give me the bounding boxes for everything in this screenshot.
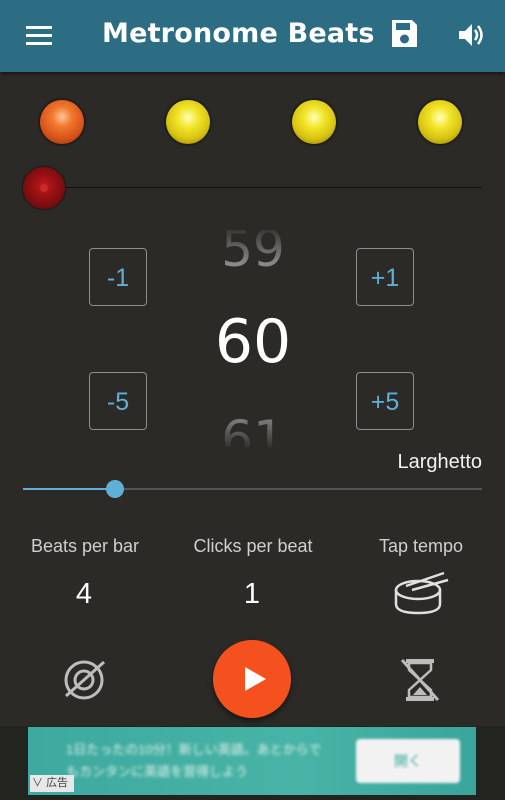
play-button[interactable] — [213, 640, 291, 718]
ad-text: 1日たったの10分！新しい英語。あとからでもカンタンに英語を習得しよう — [66, 742, 322, 779]
ad-badge-label: 広告 — [46, 777, 69, 789]
chevron-down-icon: ∨ — [32, 777, 43, 789]
wheel-fade-top — [202, 224, 304, 264]
beats-per-bar-value[interactable]: 4 — [54, 578, 114, 611]
volume-icon[interactable] — [456, 20, 486, 50]
ad-open-button[interactable]: 開く — [356, 739, 460, 783]
tempo-slider-fill — [23, 488, 115, 490]
beats-per-bar-label: Beats per bar — [30, 536, 140, 556]
bpm-current[interactable]: 60 — [202, 307, 304, 377]
beat-indicator-4[interactable] — [418, 100, 462, 144]
clicks-per-beat-label: Clicks per beat — [193, 536, 313, 556]
timer-off-icon[interactable] — [398, 656, 442, 704]
plus-1-button[interactable]: +1 — [356, 248, 414, 306]
tempo-name: Larghetto — [397, 451, 482, 473]
wheel-fade-bottom — [202, 420, 304, 450]
ad-badge: ∨ 広告 — [30, 775, 75, 792]
beat-indicator-2[interactable] — [166, 100, 210, 144]
menu-icon[interactable] — [24, 22, 56, 50]
drum-icon[interactable] — [392, 570, 450, 616]
minus-5-button[interactable]: -5 — [89, 372, 147, 430]
tap-tempo-label: Tap tempo — [378, 536, 464, 556]
app-title: Metronome Beats — [102, 18, 375, 49]
minus-1-button[interactable]: -1 — [89, 248, 147, 306]
play-icon — [245, 667, 266, 691]
clicks-per-beat-value[interactable]: 1 — [222, 578, 282, 611]
beat-indicator-3[interactable] — [292, 100, 336, 144]
beat-indicator-1[interactable] — [40, 100, 84, 144]
no-accent-icon[interactable] — [60, 656, 108, 704]
beat-progress-track — [44, 187, 482, 188]
beat-progress-knob — [23, 167, 65, 209]
app-bar: Metronome Beats — [0, 0, 505, 72]
save-icon[interactable] — [389, 18, 419, 50]
plus-5-button[interactable]: +5 — [356, 372, 414, 430]
tempo-slider-thumb[interactable] — [105, 480, 124, 498]
ad-banner[interactable]: 1日たったの10分！新しい英語。あとからでもカンタンに英語を習得しよう 開く — [28, 727, 476, 795]
